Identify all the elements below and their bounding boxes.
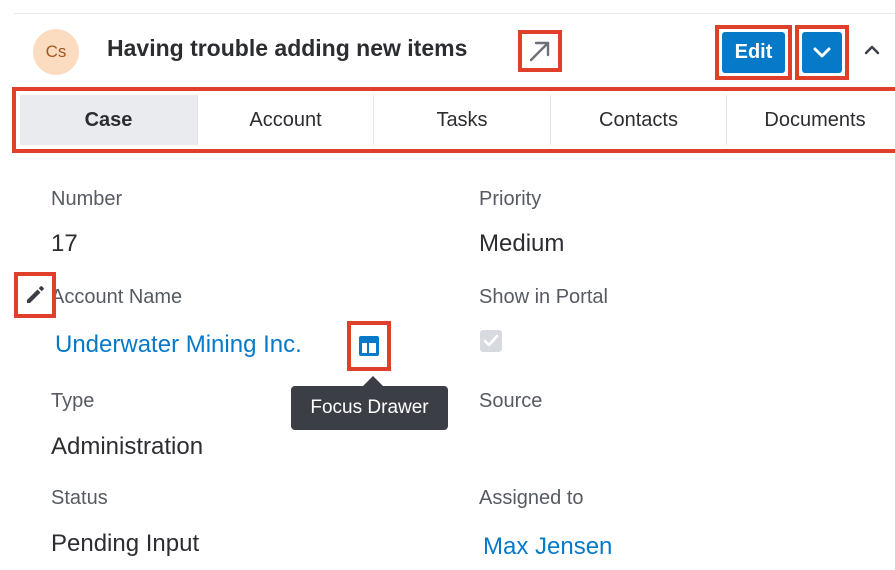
tooltip-arrow bbox=[363, 376, 383, 386]
status-value: Pending Input bbox=[51, 530, 200, 557]
priority-value: Medium bbox=[479, 230, 565, 257]
focus-drawer-icon bbox=[359, 336, 379, 356]
expand-record-button[interactable] bbox=[518, 30, 562, 72]
actions-dropdown-button[interactable] bbox=[802, 32, 842, 73]
tab-documents[interactable]: Documents bbox=[727, 95, 895, 145]
inline-edit-button[interactable] bbox=[14, 272, 56, 318]
focus-drawer-button[interactable] bbox=[347, 321, 391, 371]
arrow-up-right-icon bbox=[529, 41, 550, 62]
collapse-button[interactable] bbox=[860, 38, 884, 62]
number-label: Number bbox=[51, 188, 123, 210]
tab-contacts[interactable]: Contacts bbox=[551, 95, 727, 145]
record-panel: Cs Having trouble adding new items Edit … bbox=[0, 0, 895, 570]
pencil-icon bbox=[27, 286, 44, 303]
chevron-up-icon bbox=[864, 45, 880, 55]
assigned-to-link[interactable]: Max Jensen bbox=[483, 533, 612, 561]
number-value: 17 bbox=[51, 230, 78, 257]
checkmark-icon bbox=[483, 334, 499, 347]
record-title: Having trouble adding new items bbox=[107, 35, 468, 61]
assigned-to-label: Assigned to bbox=[479, 487, 584, 509]
show-in-portal-checkbox[interactable] bbox=[480, 330, 502, 352]
edit-button[interactable]: Edit bbox=[722, 32, 785, 73]
actions-menu-highlight bbox=[795, 25, 849, 80]
tab-tasks[interactable]: Tasks bbox=[374, 95, 551, 145]
tabs-highlight: Case Account Tasks Contacts Documents bbox=[12, 87, 895, 153]
focus-drawer-tooltip: Focus Drawer bbox=[291, 386, 448, 430]
source-label: Source bbox=[479, 390, 543, 412]
tab-case[interactable]: Case bbox=[20, 95, 198, 145]
priority-label: Priority bbox=[479, 188, 542, 210]
account-name-label: Account Name bbox=[51, 286, 183, 308]
status-label: Status bbox=[51, 487, 108, 509]
divider bbox=[14, 13, 895, 14]
tab-account[interactable]: Account bbox=[198, 95, 374, 145]
edit-button-highlight: Edit bbox=[715, 25, 792, 80]
record-tabs: Case Account Tasks Contacts Documents bbox=[20, 95, 895, 145]
type-value: Administration bbox=[51, 433, 204, 460]
chevron-down-icon bbox=[813, 47, 831, 57]
module-avatar: Cs bbox=[33, 29, 79, 75]
type-label: Type bbox=[51, 390, 95, 412]
account-name-link[interactable]: Underwater Mining Inc. bbox=[55, 331, 302, 359]
show-in-portal-label: Show in Portal bbox=[479, 286, 608, 308]
